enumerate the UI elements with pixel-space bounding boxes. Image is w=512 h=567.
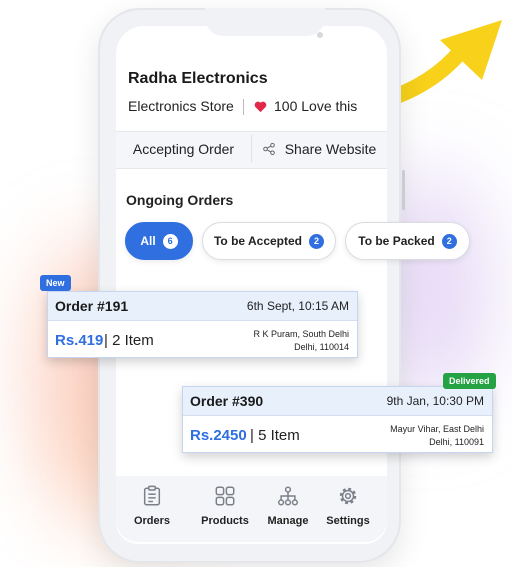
filter-all-label: All bbox=[140, 234, 156, 248]
order-item-count: | 5 Item bbox=[250, 427, 300, 444]
filter-to-be-accepted-label: To be Accepted bbox=[213, 234, 302, 248]
grid-icon bbox=[215, 486, 235, 506]
order-id: Order #191 bbox=[55, 298, 129, 314]
order-time: 6th Sept, 10:15 AM bbox=[246, 299, 349, 313]
order-amount: Rs.2450 bbox=[190, 427, 247, 444]
order-address: R K Puram, South Delhi Delhi, 110014 bbox=[253, 328, 349, 354]
phone-notch bbox=[205, 8, 325, 36]
order-address: Mayur Vihar, East Delhi Delhi, 110091 bbox=[390, 423, 484, 449]
gear-icon bbox=[339, 487, 357, 505]
order-card-header: Order #390 9th Jan, 10:30 PM bbox=[183, 387, 492, 416]
order-id: Order #390 bbox=[190, 393, 264, 409]
hierarchy-icon bbox=[278, 486, 298, 506]
nav-settings-label: Settings bbox=[326, 515, 370, 527]
love-count: 100 Love this bbox=[274, 98, 358, 114]
nav-products[interactable]: Products bbox=[192, 485, 258, 535]
filter-to-be-packed-count: 2 bbox=[441, 233, 457, 249]
heart-icon bbox=[254, 101, 267, 113]
share-website-label: Share Website bbox=[284, 141, 377, 157]
nav-orders[interactable]: Orders bbox=[119, 485, 185, 535]
nav-manage[interactable]: Manage bbox=[255, 485, 321, 535]
share-website-button[interactable]: Share Website bbox=[252, 131, 387, 167]
camera-dot bbox=[317, 32, 323, 38]
order-address-line1: Mayur Vihar, East Delhi bbox=[390, 424, 484, 434]
filter-to-be-packed[interactable]: To be Packed 2 bbox=[345, 222, 470, 260]
order-card[interactable]: Order #191 6th Sept, 10:15 AM Rs.419 | 2… bbox=[47, 291, 358, 358]
order-address-line2: Delhi, 110014 bbox=[294, 342, 349, 352]
order-address-line2: Delhi, 110091 bbox=[429, 437, 484, 447]
order-address-line1: R K Puram, South Delhi bbox=[253, 329, 349, 339]
nav-orders-label: Orders bbox=[133, 515, 171, 527]
ongoing-orders-title: Ongoing Orders bbox=[126, 192, 234, 208]
nav-products-label: Products bbox=[201, 515, 249, 527]
order-amount: Rs.419 bbox=[55, 332, 104, 349]
order-time: 9th Jan, 10:30 PM bbox=[386, 394, 484, 408]
filter-to-be-packed-label: To be Packed bbox=[358, 234, 435, 248]
filter-to-be-accepted[interactable]: To be Accepted 2 bbox=[202, 222, 336, 260]
header-separator bbox=[243, 99, 244, 115]
clipboard-icon bbox=[143, 485, 161, 506]
nav-manage-label: Manage bbox=[267, 515, 309, 527]
order-card-header: Order #191 6th Sept, 10:15 AM bbox=[48, 292, 357, 321]
store-name: Radha Electronics bbox=[128, 70, 268, 87]
order-card[interactable]: Order #390 9th Jan, 10:30 PM Rs.2450 | 5… bbox=[182, 386, 493, 453]
nav-settings[interactable]: Settings bbox=[315, 485, 381, 535]
share-icon bbox=[262, 143, 275, 155]
filter-all[interactable]: All 6 bbox=[125, 222, 193, 260]
delivered-badge: Delivered bbox=[443, 373, 496, 389]
phone-side-button bbox=[402, 170, 405, 210]
filter-to-be-accepted-count: 2 bbox=[309, 233, 324, 249]
new-badge: New bbox=[40, 275, 71, 291]
accepting-order-button[interactable]: Accepting Order bbox=[116, 131, 251, 167]
store-type: Electronics Store bbox=[128, 98, 234, 114]
filter-all-count: 6 bbox=[162, 233, 178, 249]
order-item-count: | 2 Item bbox=[104, 332, 154, 349]
accepting-order-label: Accepting Order bbox=[132, 141, 235, 157]
